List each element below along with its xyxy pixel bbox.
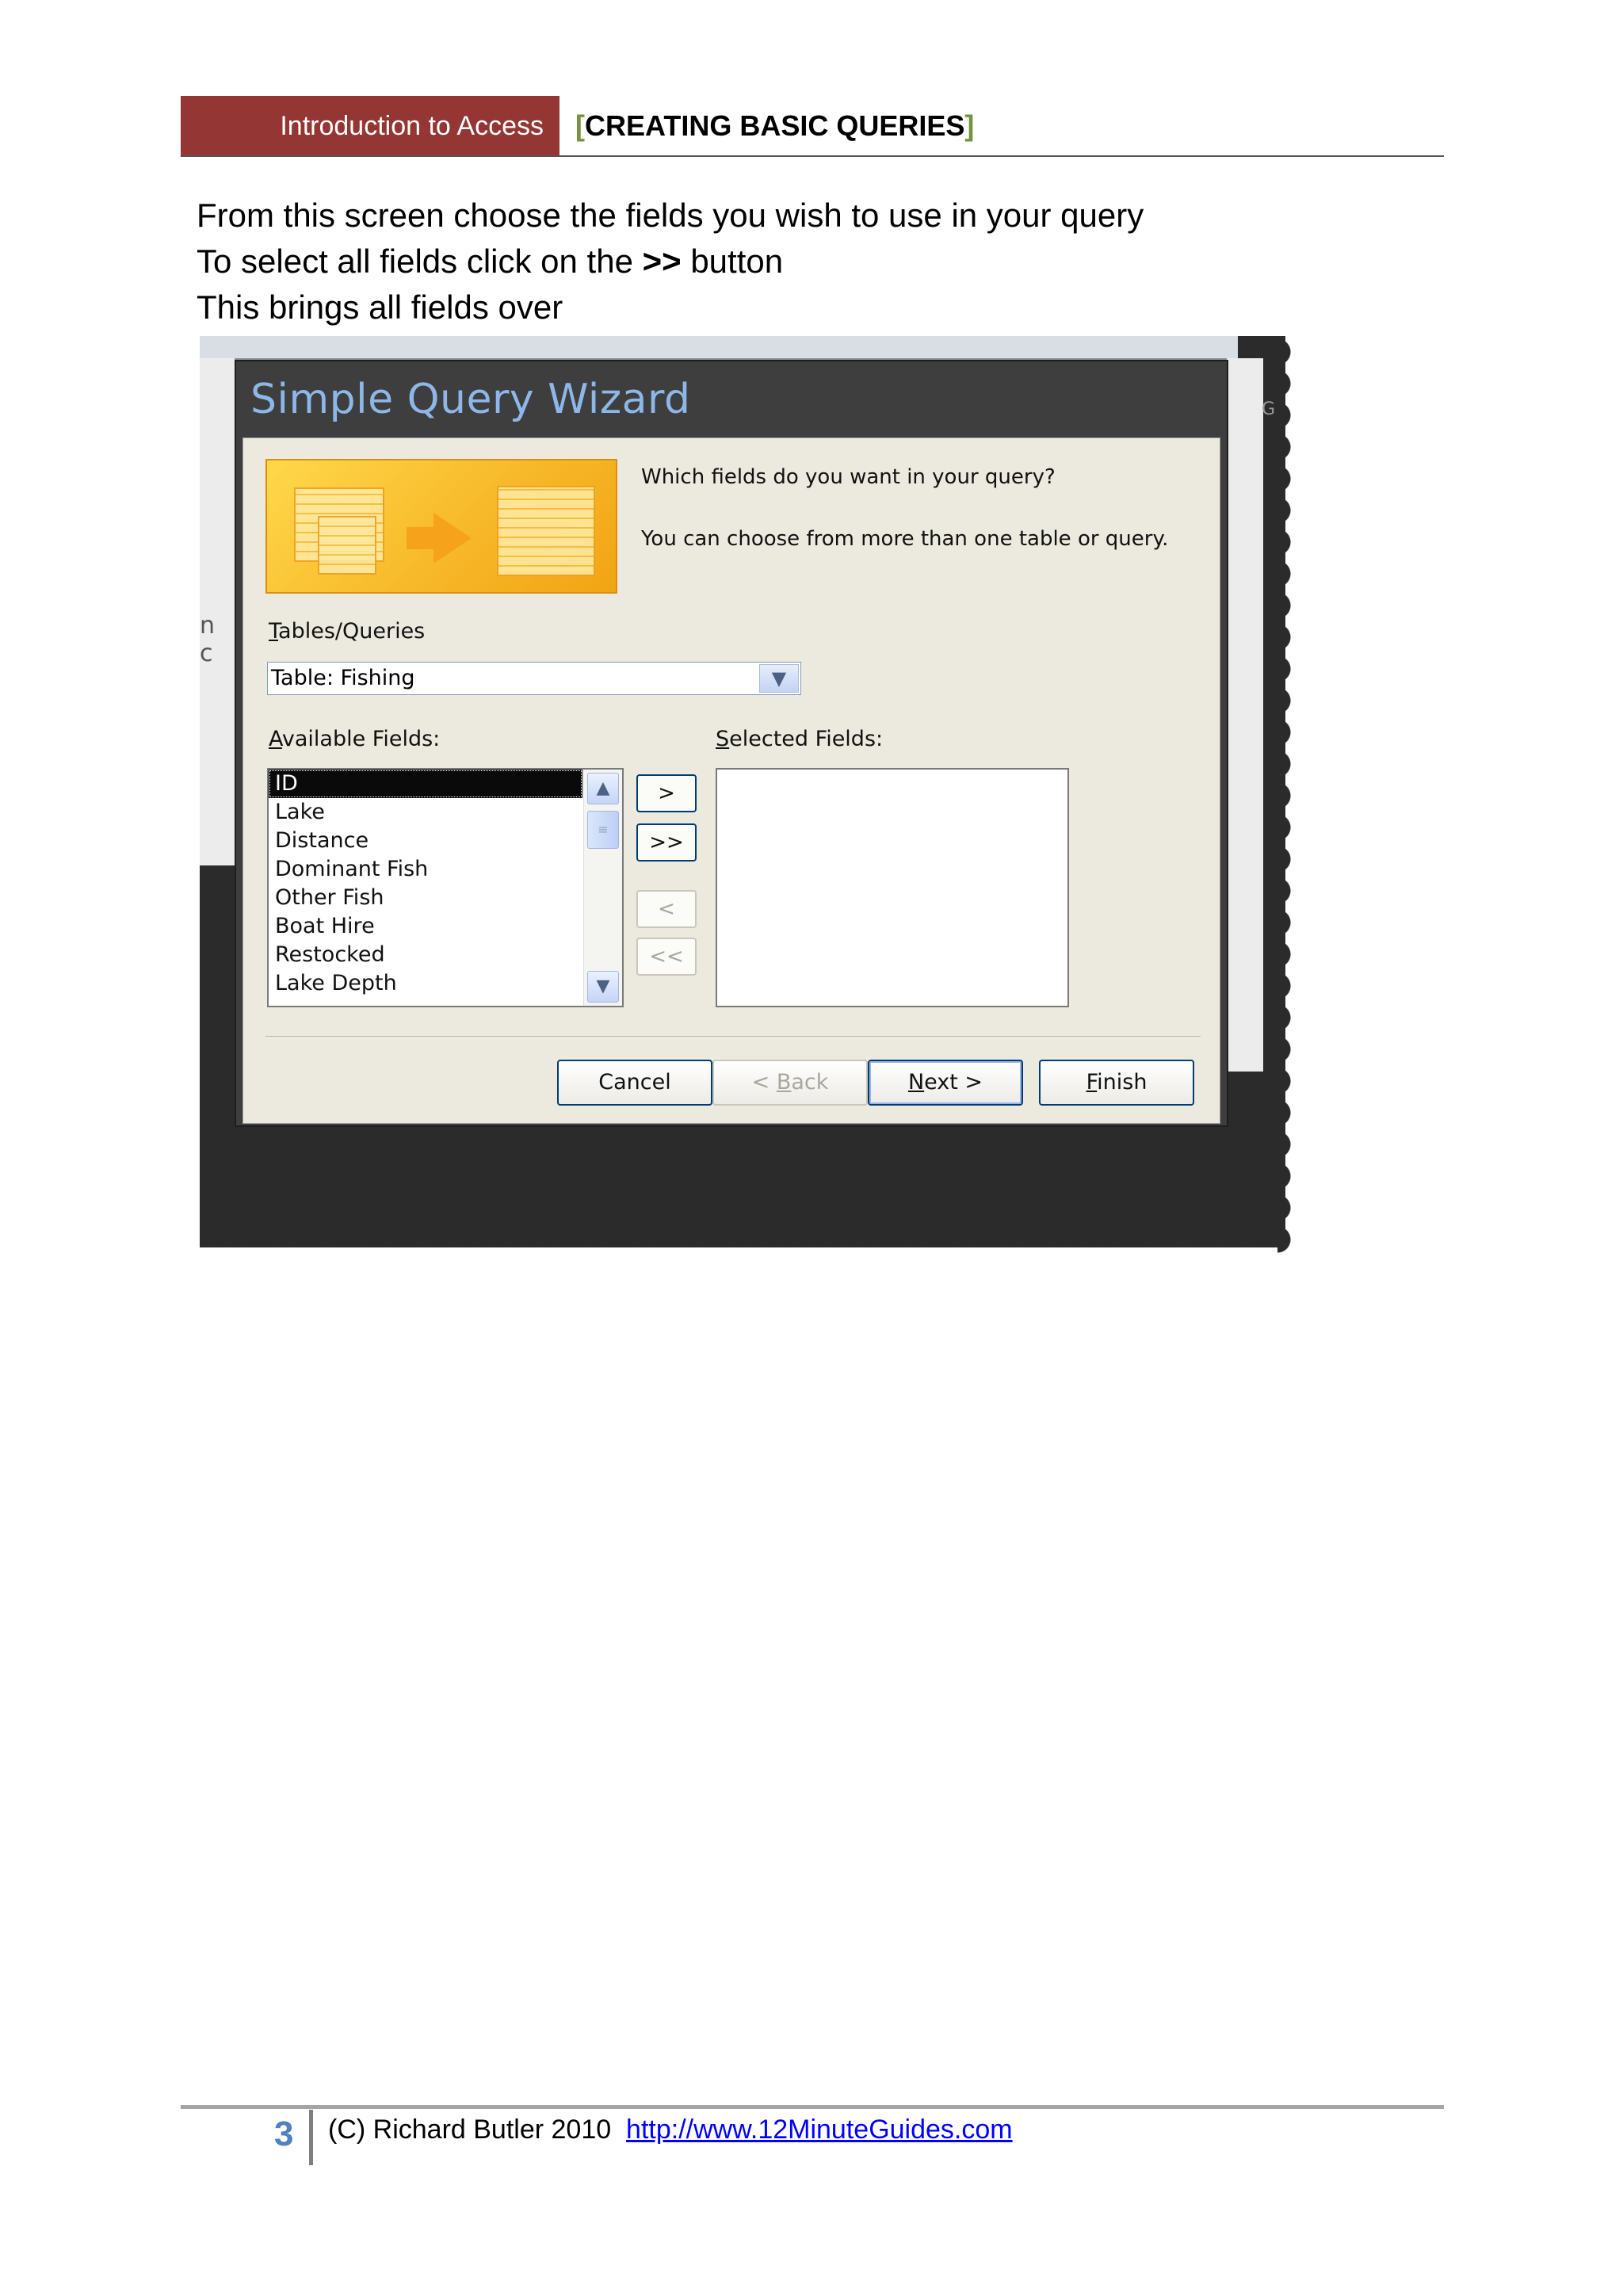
footer-rule (181, 2105, 1444, 2109)
available-fields-label: Available Fields: (269, 727, 440, 751)
dialog-separator (265, 1036, 1201, 1038)
cancel-button[interactable]: Cancel (557, 1060, 712, 1106)
header-bracket-open: [ (575, 109, 585, 142)
chevron-down-icon[interactable]: ▼ (759, 664, 799, 693)
available-field-item[interactable]: Other Fish (269, 884, 622, 912)
footer-copyright: (C) Richard Butler 2010 (328, 2115, 627, 2145)
intro-line-1: From this screen choose the fields you w… (197, 197, 1144, 234)
app-left-panel: n c (200, 358, 235, 865)
banner-table-large-icon (497, 486, 595, 576)
page-number: 3 (274, 2115, 294, 2153)
add-all-fields-button[interactable]: >> (636, 823, 697, 861)
finish-button[interactable]: Finish (1039, 1060, 1194, 1106)
tables-queries-value: Table: Fishing (271, 666, 415, 690)
header-section-title: [CREATING BASIC QUERIES] (575, 96, 974, 156)
banner-arrow-shaft (407, 527, 435, 549)
torn-edge-bottom (200, 1232, 1285, 1263)
available-field-item[interactable]: Lake (269, 798, 622, 827)
available-field-item[interactable]: Distance (269, 827, 622, 855)
intro-line-2-bold: >> (642, 243, 682, 280)
dialog-title: Simple Query Wizard (250, 376, 691, 423)
banner-arrow-icon (433, 513, 472, 563)
available-field-item[interactable]: Lake Depth (269, 969, 622, 998)
intro-line-3: This brings all fields over (197, 288, 563, 326)
wizard-hint: You can choose from more than one table … (641, 527, 1169, 551)
banner-table-small-icon-2 (318, 516, 376, 575)
dialog-body: Which fields do you want in your query? … (242, 437, 1220, 1124)
simple-query-wizard-dialog: Simple Query Wizard Which fields do you … (235, 360, 1228, 1127)
header-rule (181, 155, 1444, 157)
intro-line-2-post: button (681, 243, 784, 280)
selected-fields-label: Selected Fields: (716, 727, 883, 751)
app-right-panel (1227, 358, 1263, 1072)
wizard-question: Which fields do you want in your query? (641, 465, 1056, 489)
available-field-item[interactable]: Dominant Fish (269, 855, 622, 884)
available-fields-list[interactable]: ID Lake Distance Dominant Fish Other Fis… (267, 768, 624, 1007)
scroll-thumb[interactable]: ≡ (587, 811, 619, 849)
scroll-up-icon[interactable]: ▲ (587, 773, 619, 804)
next-button-rest: ext > (924, 1070, 983, 1095)
back-button-rest: ack (791, 1070, 829, 1095)
intro-line-2: To select all fields click on the >> but… (197, 243, 783, 281)
back-button-pre: < (751, 1070, 777, 1095)
footer-url-link[interactable]: http://www.12MinuteGuides.com (626, 2115, 1013, 2145)
remove-all-fields-button[interactable]: << (636, 938, 697, 976)
selected-fields-list[interactable] (716, 768, 1069, 1007)
app-right-fragment: G (1262, 399, 1276, 419)
finish-button-rest: inish (1097, 1070, 1148, 1095)
app-left-fragment: n c (200, 612, 216, 667)
tables-label-rest: ables/Queries (278, 619, 426, 644)
intro-line-2-pre: To select all fields click on the (197, 243, 643, 280)
add-field-button[interactable]: > (636, 774, 697, 812)
wizard-screenshot: n c G Simple Query Wizard Which fields d… (200, 336, 1300, 1263)
finish-button-accel: F (1086, 1070, 1098, 1095)
selected-label-accel: S (716, 727, 730, 751)
remove-field-button[interactable]: < (636, 890, 697, 928)
app-ribbon-strip (200, 336, 1238, 360)
scroll-down-icon[interactable]: ▼ (587, 971, 619, 1003)
available-field-item[interactable]: ID (269, 770, 582, 798)
available-fields-scrollbar[interactable]: ▲ ≡ ▼ (583, 770, 622, 1006)
available-field-item[interactable]: Boat Hire (269, 912, 622, 941)
available-field-item[interactable]: Restocked (269, 941, 622, 969)
back-button-accel: B (776, 1070, 792, 1095)
torn-edge-right (1277, 336, 1300, 1255)
next-button[interactable]: Next > (868, 1060, 1023, 1106)
tables-queries-combo[interactable]: Table: Fishing ▼ (267, 662, 801, 695)
available-label-accel: A (269, 727, 282, 751)
selected-label-rest: elected Fields: (729, 727, 884, 751)
next-button-accel: N (907, 1070, 925, 1095)
footer-divider (309, 2110, 313, 2165)
back-button[interactable]: < Back (712, 1060, 868, 1106)
available-label-rest: vailable Fields: (281, 727, 441, 751)
header-bracket-close: ] (964, 109, 975, 142)
footer-text: (C) Richard Butler 2010 http://www.12Min… (328, 2115, 1013, 2145)
tables-queries-label: Tables/Queries (269, 619, 425, 644)
header-section-text: CREATING BASIC QUERIES (585, 109, 965, 142)
wizard-banner-icon (265, 459, 617, 594)
header-doc-title: Introduction to Access (181, 96, 559, 156)
tables-label-accel: T (269, 619, 279, 644)
